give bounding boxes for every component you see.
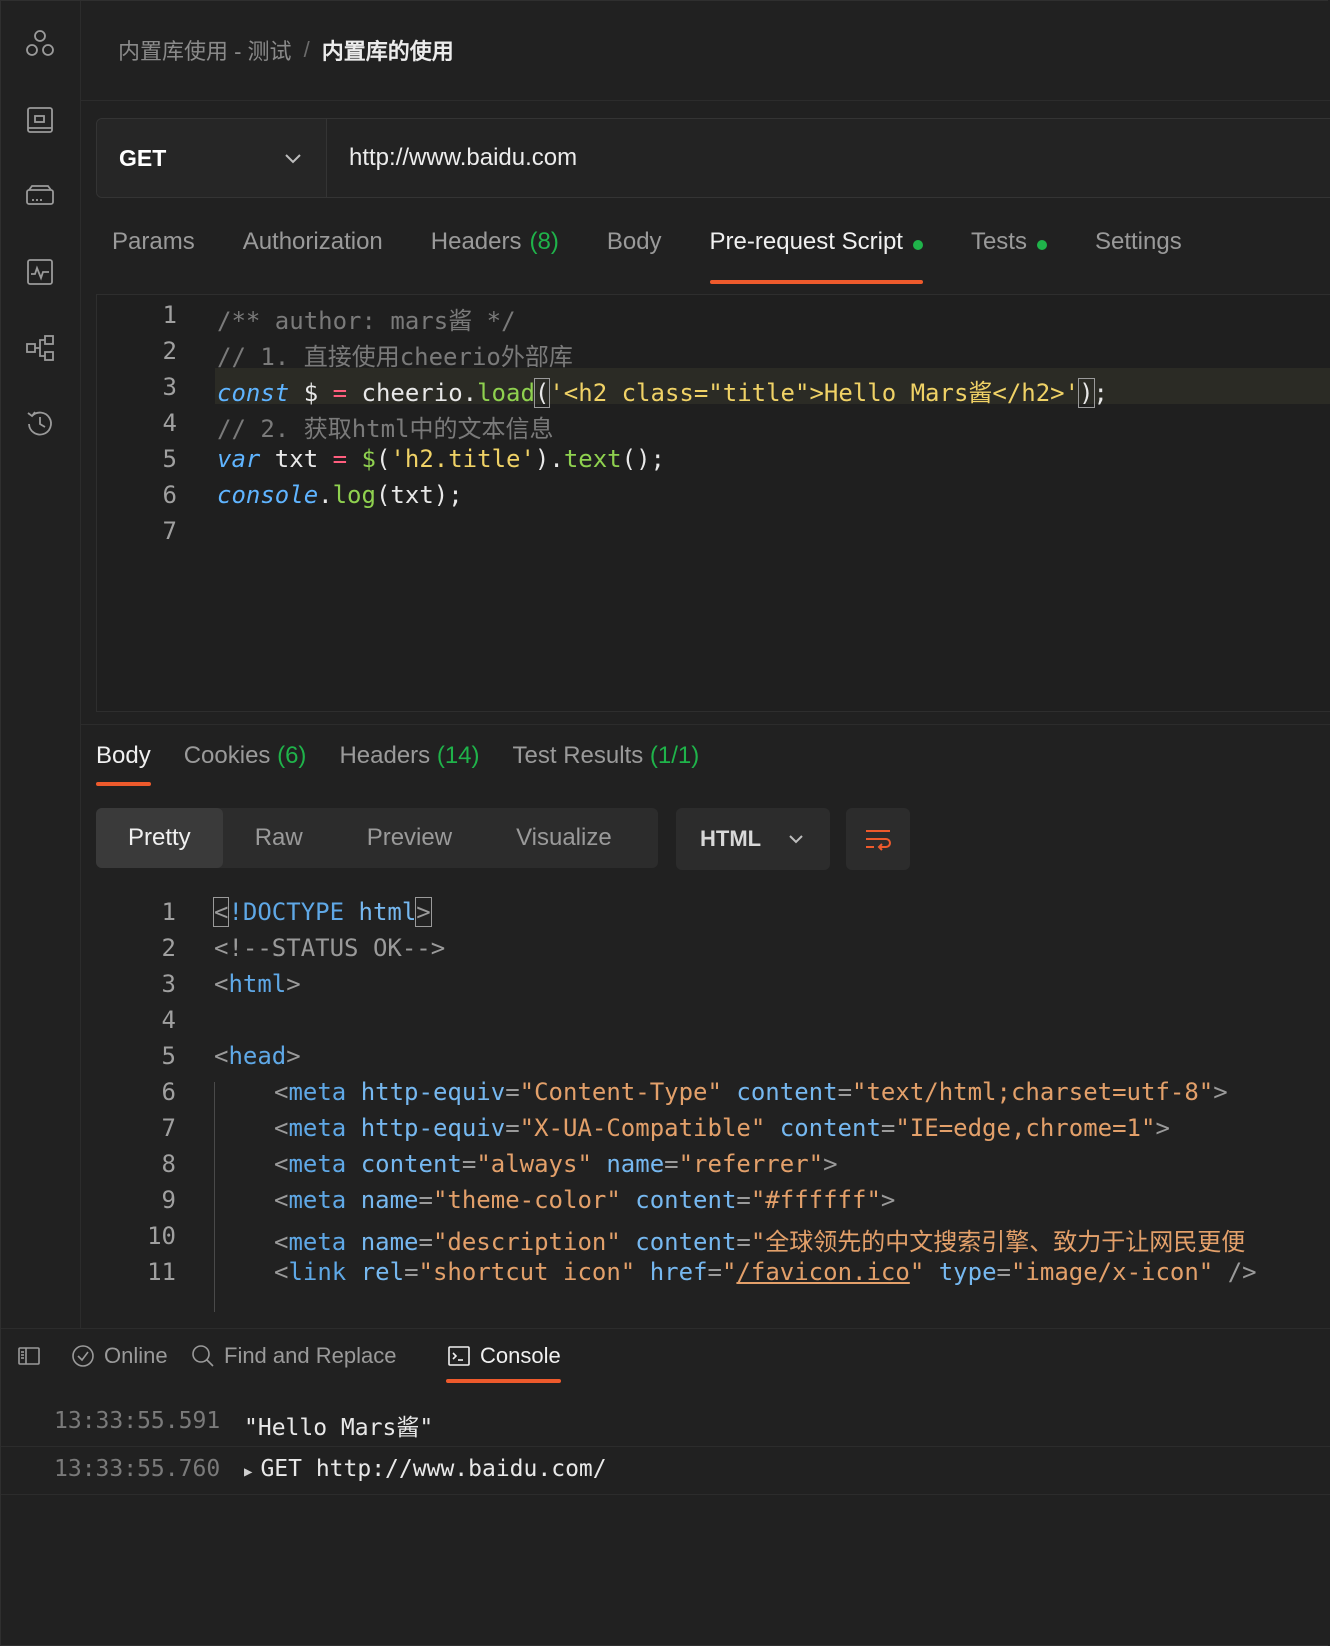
- find-replace-button[interactable]: Find and Replace: [190, 1343, 396, 1369]
- code-line: console.log(txt);: [217, 481, 463, 509]
- format-select[interactable]: HTML: [676, 808, 830, 870]
- code-line: <!DOCTYPE html>: [212, 897, 432, 927]
- wrap-lines-button[interactable]: [846, 808, 910, 870]
- console-icon: [448, 1346, 470, 1366]
- view-mode-toggle: Pretty Raw Preview Visualize: [96, 808, 658, 868]
- tab-body[interactable]: Body: [607, 228, 662, 278]
- status-dot: [1036, 240, 1047, 250]
- view-pretty-button[interactable]: Pretty: [96, 808, 223, 868]
- line-number: 5: [162, 445, 177, 473]
- history-icon[interactable]: [20, 404, 60, 444]
- code-line: <!--STATUS OK-->: [214, 934, 446, 962]
- format-label: HTML: [700, 826, 762, 851]
- tab-params[interactable]: Params: [112, 228, 195, 278]
- search-icon: [192, 1345, 214, 1367]
- app-window: 内置库使用 - 测试 / 内置库的使用 GET Params Authoriza…: [0, 0, 1330, 1646]
- code-line: <meta name="theme-color" content="#fffff…: [274, 1186, 896, 1214]
- breadcrumb-collection[interactable]: 内置库使用 - 测试: [118, 34, 292, 66]
- tab-headers[interactable]: Headers (8): [431, 228, 559, 278]
- line-number: 2: [162, 337, 177, 365]
- breadcrumb-request-name[interactable]: 内置库的使用: [322, 34, 454, 66]
- line-number: 4: [161, 1006, 176, 1034]
- online-status-button[interactable]: Online: [70, 1343, 168, 1369]
- tab-tests[interactable]: Tests: [971, 228, 1047, 278]
- flows-icon[interactable]: [20, 328, 60, 368]
- line-number: 9: [161, 1186, 176, 1214]
- expand-caret-icon[interactable]: ▶: [244, 1464, 252, 1480]
- log-timestamp: 13:33:55.591: [54, 1408, 221, 1434]
- chevron-down-icon: [285, 154, 301, 164]
- line-number: 1: [162, 301, 177, 329]
- code-line: <meta content="always" name="referrer">: [274, 1150, 838, 1178]
- toggle-sidebar-button[interactable]: [16, 1343, 50, 1369]
- console-button[interactable]: Console: [446, 1343, 561, 1383]
- script-editor[interactable]: 1 2 3 4 5 6 7 /** author: mars酱 */ // 1.…: [96, 294, 1330, 712]
- line-number: 8: [161, 1150, 176, 1178]
- line-number: 10: [147, 1222, 176, 1250]
- view-visualize-button[interactable]: Visualize: [484, 808, 644, 868]
- tab-authorization[interactable]: Authorization: [243, 228, 383, 278]
- code-line: /** author: mars酱 */: [217, 307, 516, 335]
- code-line: <head>: [214, 1042, 301, 1070]
- breadcrumb-separator: /: [303, 37, 310, 62]
- code-line: <link rel="shortcut icon" href="/favicon…: [274, 1258, 1257, 1286]
- wrap-lines-icon: [866, 830, 891, 851]
- log-message-request: ▶ GET http://www.baidu.com/: [244, 1456, 607, 1482]
- line-number: 3: [161, 970, 176, 998]
- line-number: 3: [162, 373, 177, 401]
- url-bar: GET: [96, 118, 1330, 198]
- code-line: <meta name="description" content="全球领先的中…: [274, 1228, 1246, 1256]
- code-line: <meta http-equiv="X-UA-Compatible" conte…: [274, 1114, 1170, 1142]
- view-raw-button[interactable]: Raw: [223, 808, 335, 868]
- monitors-icon[interactable]: [20, 252, 60, 292]
- line-number: 6: [162, 481, 177, 509]
- status-dot: [912, 240, 923, 250]
- header-divider: [80, 100, 1330, 101]
- line-number: 2: [161, 934, 176, 962]
- tab-pre-request-script[interactable]: Pre-request Script: [709, 228, 924, 284]
- line-number: 11: [147, 1258, 176, 1286]
- console-log-row[interactable]: 13:33:55.591 "Hello Mars酱": [0, 1398, 1330, 1447]
- favicon-link[interactable]: /favicon.ico: [736, 1258, 909, 1286]
- breadcrumb: 内置库使用 - 测试 / 内置库的使用: [118, 34, 454, 66]
- line-number: 7: [162, 517, 177, 545]
- apis-icon[interactable]: [20, 24, 60, 64]
- log-timestamp: 13:33:55.760: [54, 1456, 221, 1482]
- line-number: 7: [161, 1114, 176, 1142]
- sidebar-toggle-icon: [18, 1347, 40, 1365]
- sidebar-rail: [0, 0, 81, 1328]
- tab-response-body[interactable]: Body: [96, 742, 151, 786]
- code-line: <html>: [214, 970, 301, 998]
- request-tabs: Params Authorization Headers (8) Body Pre…: [112, 228, 1230, 284]
- status-bar: Online Find and Replace Console: [0, 1328, 1330, 1383]
- mock-servers-icon[interactable]: [20, 176, 60, 216]
- tab-cookies[interactable]: Cookies (6): [184, 742, 307, 770]
- line-number: 6: [161, 1078, 176, 1106]
- method-select[interactable]: GET: [97, 119, 327, 197]
- line-number: 5: [161, 1042, 176, 1070]
- tab-test-results[interactable]: Test Results (1/1): [513, 742, 700, 770]
- console-log-row[interactable]: 13:33:55.760 ▶ GET http://www.baidu.com/: [0, 1446, 1330, 1495]
- code-line: // 2. 获取html中的文本信息: [217, 415, 554, 443]
- code-line: var txt = $('h2.title').text();: [217, 445, 665, 473]
- response-body-viewer[interactable]: 1 2 3 4 5 6 7 8 9 10 11 <!DOCTYPE html> …: [96, 892, 1330, 1322]
- environments-icon[interactable]: [20, 100, 60, 140]
- headers-count: (8): [529, 228, 559, 255]
- code-line: <meta http-equiv="Content-Type" content=…: [274, 1078, 1228, 1106]
- tab-settings[interactable]: Settings: [1095, 228, 1182, 278]
- method-label: GET: [119, 144, 167, 171]
- indent-guide: [214, 1082, 215, 1312]
- url-input[interactable]: [327, 119, 1330, 197]
- response-tabs: Body Cookies (6) Headers (14) Test Resul…: [96, 742, 732, 786]
- tab-response-headers[interactable]: Headers (14): [339, 742, 479, 770]
- pane-divider[interactable]: [80, 724, 1330, 725]
- check-circle-icon: [72, 1345, 94, 1367]
- code-line: // 1. 直接使用cheerio外部库: [217, 343, 573, 371]
- log-message: "Hello Mars酱": [244, 1415, 434, 1441]
- chevron-down-icon: [789, 835, 803, 844]
- line-number: 4: [162, 409, 177, 437]
- line-number: 1: [161, 898, 176, 926]
- code-line: const $ = cheerio.load('<h2 class="title…: [217, 378, 1108, 408]
- view-preview-button[interactable]: Preview: [335, 808, 484, 868]
